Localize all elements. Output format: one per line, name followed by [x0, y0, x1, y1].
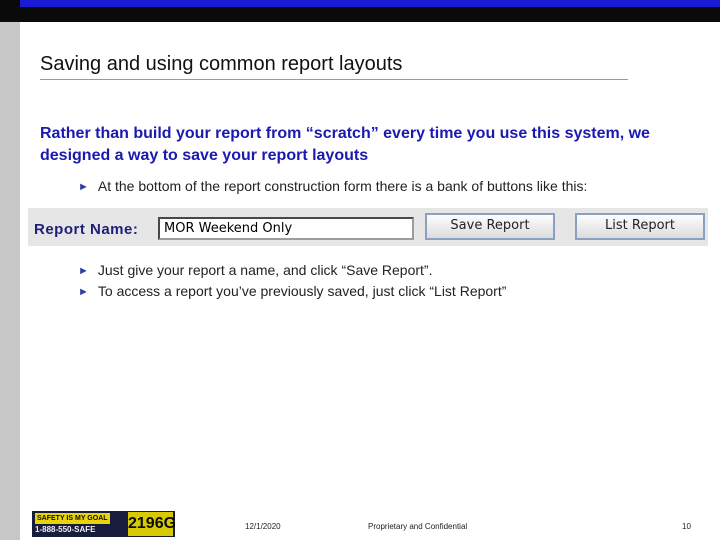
bullet-item: ► At the bottom of the report constructio… — [78, 178, 587, 194]
footer-confidential: Proprietary and Confidential — [368, 522, 468, 531]
slide-title: Saving and using common report layouts — [40, 53, 403, 75]
report-name-input[interactable]: MOR Weekend Only — [158, 217, 414, 240]
lead-text: Rather than build your report from “scra… — [40, 125, 650, 164]
save-report-button[interactable]: Save Report — [425, 213, 555, 240]
list-report-button[interactable]: List Report — [575, 213, 705, 240]
bullet-text: To access a report you’ve previously sav… — [97, 283, 507, 299]
report-button-bank: Report Name: MOR Weekend Only Save Repor… — [28, 208, 708, 246]
logo-phone: 1-888-550-SAFE — [35, 525, 96, 534]
top-accent-bar — [20, 0, 720, 7]
footer-date: 12/1/2020 — [245, 522, 281, 531]
right-triangle-icon: ► — [78, 265, 89, 277]
bullet-item: ► To access a report you’ve previously sa… — [78, 283, 506, 299]
bullet-text: At the bottom of the report construction… — [97, 178, 588, 194]
right-triangle-icon: ► — [78, 181, 89, 193]
logo-slogan: SAFETY IS MY GOAL — [35, 513, 110, 524]
safety-logo: SAFETY IS MY GOAL 1-888-550-SAFE 2196G — [32, 511, 175, 537]
logo-code: 2196G — [128, 512, 175, 536]
left-strip — [0, 22, 20, 540]
footer-page-number: 10 — [682, 522, 691, 531]
right-triangle-icon: ► — [78, 286, 89, 298]
title-divider — [40, 79, 628, 80]
bullet-text: Just give your report a name, and click … — [97, 262, 433, 278]
report-name-label: Report Name: — [34, 221, 139, 238]
bullet-item: ► Just give your report a name, and click… — [78, 262, 432, 278]
